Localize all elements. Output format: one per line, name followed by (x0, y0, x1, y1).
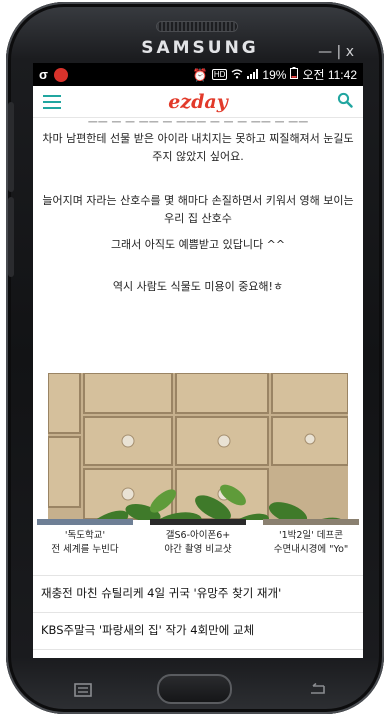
related-title: 갤S6-아이폰6+ (165, 530, 231, 541)
earpiece-speaker (157, 22, 237, 31)
article-paragraph: 차마 남편한테 선물 받은 아이라 내치지는 못하고 찌질해져서 눈길도 주지 … (42, 132, 354, 163)
news-headline[interactable]: KBS주말극 '파랑새의 집' 작가 4회만에 교체 (33, 612, 363, 646)
related-subtitle: 수면내시경에 "Yo" (273, 544, 349, 555)
volume-button[interactable] (8, 102, 14, 192)
signal-icon (247, 68, 259, 82)
menu-icon[interactable] (74, 682, 92, 701)
phone-screen: σ ⏰ HD 19% 오전 11:42 ezday ㅡㅡ ㅡ ㅡ ㅡㅡ ㅡ ㅡㅡ… (33, 63, 363, 658)
app-bar: ezday (33, 86, 363, 118)
related-article[interactable]: '독도학교' 전 세계를 누빈다 (33, 519, 137, 569)
related-article[interactable]: '1박2일' 데프콘 수면내시경에 "Yo" (259, 519, 363, 569)
clipped-text-line: ㅡㅡ ㅡ ㅡ ㅡㅡ ㅡ ㅡㅡㅡ ㅡ ㅡ ㅡ ㅡㅡ ㅡ ㅡㅡ (87, 118, 309, 129)
related-article[interactable]: 갤S6-아이폰6+ 야간 촬영 비교샷 (146, 519, 250, 569)
sigma-icon: σ (39, 67, 48, 82)
hamburger-menu-icon[interactable] (43, 94, 61, 109)
news-headline[interactable]: 재충전 마친 슈틸리케 4일 귀국 '유망주 찾기 재개' (33, 575, 363, 609)
search-icon[interactable] (337, 92, 353, 112)
hd-icon: HD (211, 69, 228, 80)
alarm-icon: ⏰ (192, 67, 208, 82)
article-photo[interactable] (48, 373, 348, 520)
article-paragraph: 늘어지며 자라는 산호수를 몇 해마다 손질하면서 키워서 영해 보이는 우리 … (42, 194, 354, 225)
related-title: '1박2일' 데프콘 (278, 530, 344, 541)
related-articles: '독도학교' 전 세계를 누빈다 갤S6-아이폰6+ 야간 촬영 비교샷 '1박… (33, 519, 363, 569)
related-title: '독도학교' (64, 530, 106, 541)
related-subtitle: 야간 촬영 비교샷 (164, 544, 232, 555)
home-button[interactable] (157, 674, 232, 704)
window-controls[interactable]: — | x (318, 44, 354, 60)
battery-icon (290, 67, 299, 82)
site-logo[interactable]: ezday (33, 91, 363, 113)
wifi-icon (231, 68, 243, 82)
back-icon[interactable] (308, 682, 326, 701)
article-body: ㅡㅡ ㅡ ㅡ ㅡㅡ ㅡ ㅡㅡㅡ ㅡ ㅡ ㅡ ㅡㅡ ㅡ ㅡㅡ 차마 남편한테 선물… (33, 118, 363, 520)
list-divider (33, 649, 363, 658)
article-paragraph: 역시 사람도 식물도 미용이 중요해!ㅎ (112, 280, 284, 293)
notification-badge-icon (53, 67, 68, 82)
power-button[interactable] (8, 197, 14, 277)
clock: 오전 11:42 (302, 68, 357, 82)
related-subtitle: 전 세계를 누빈다 (51, 544, 119, 555)
battery-level: 19% (262, 67, 287, 82)
article-paragraph: 그래서 아직도 예쁨받고 있답니다 ^^ (110, 238, 286, 251)
status-bar: σ ⏰ HD 19% 오전 11:42 (33, 63, 363, 86)
